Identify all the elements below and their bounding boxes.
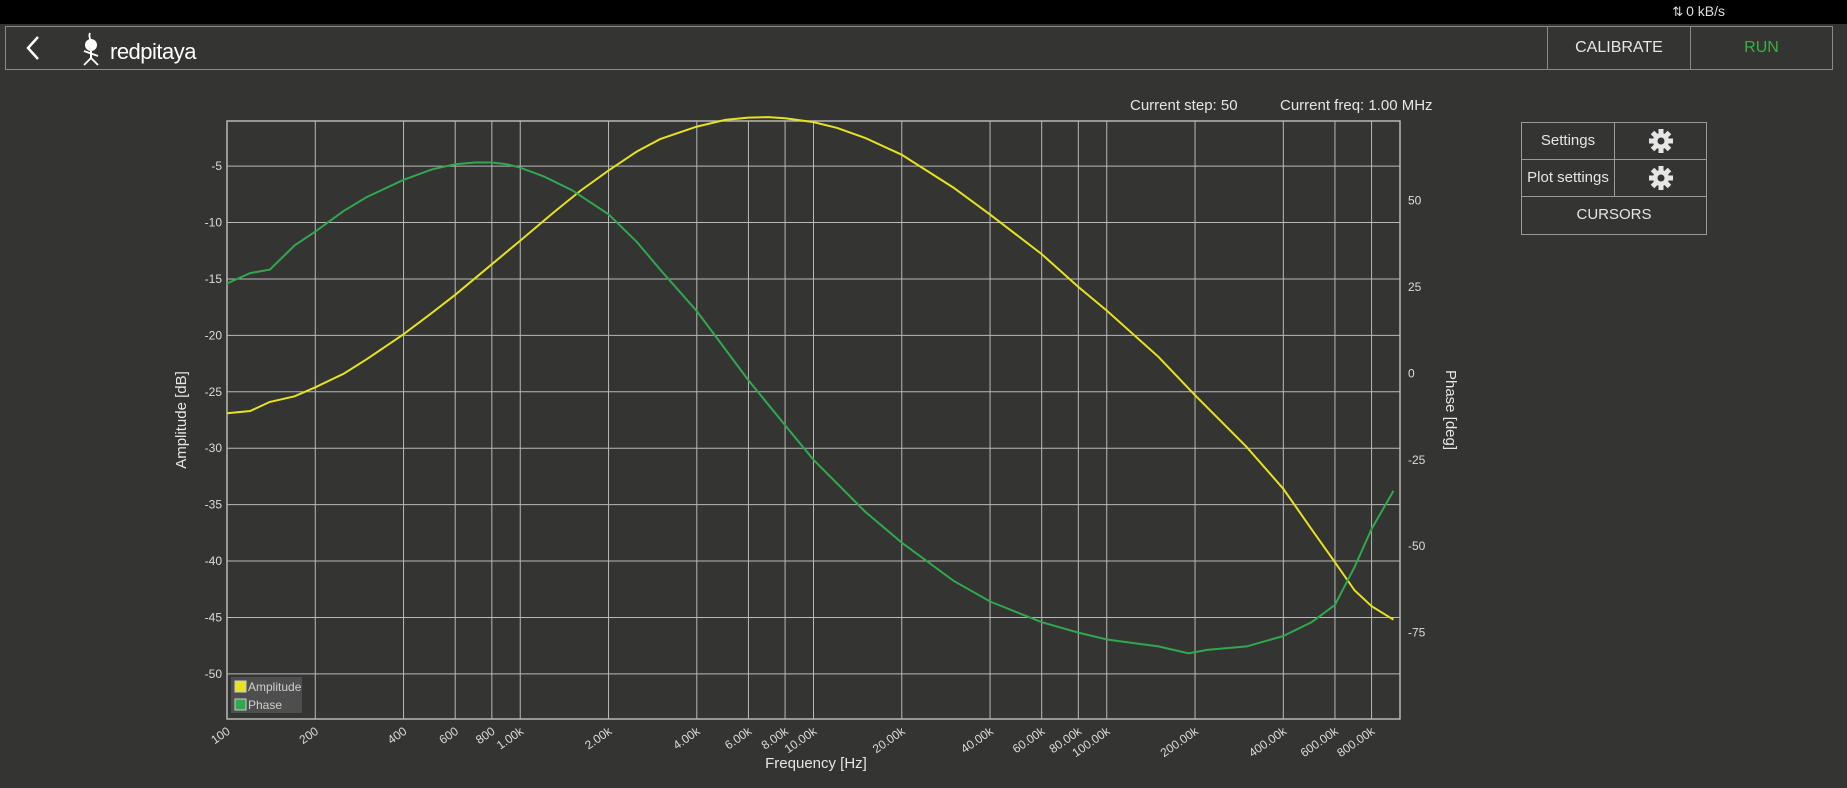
y2-axis-label: Phase [deg] [1442,370,1459,450]
x-tick-label: 800.00k [1334,723,1378,760]
cursors-button[interactable]: CURSORS [1522,197,1706,234]
y-tick-label: -5 [211,159,222,173]
y-tick-label: -20 [205,328,223,342]
x-tick-label: 60.00k [1010,723,1048,756]
y2-tick-label: -50 [1408,539,1426,553]
x-tick-label: 4.00k [670,723,703,752]
y2-tick-label: 0 [1408,366,1415,380]
y2-tick-label: -25 [1408,453,1426,467]
y2-tick-label: 50 [1408,194,1422,208]
plot-settings-label: Plot settings [1522,160,1615,196]
amplitude-series-line [226,116,1395,621]
legend-phase-label: Phase [248,698,282,712]
y-axis-label: Amplitude [dB] [173,371,190,469]
legend-phase-swatch [234,698,247,711]
side-panel: Settings Plot settings CURSORS [1521,122,1707,235]
settings-row[interactable]: Settings [1522,123,1706,160]
y-tick-label: -15 [205,272,223,286]
plot-settings-row[interactable]: Plot settings [1522,160,1706,197]
legend-amplitude-swatch [234,680,247,693]
x-tick-label: 800 [473,724,498,747]
cursors-row[interactable]: CURSORS [1522,197,1706,234]
y-axis-ticks: -5 -10 -15 -20 -25 -30 -35 -40 -45 -50 [205,159,223,681]
y-tick-label: -25 [205,385,223,399]
plot-legend[interactable]: Amplitude Phase [231,677,302,713]
x-tick-label: 40.00k [958,723,996,756]
x-tick-label: 200.00k [1158,723,1202,760]
y2-tick-label: 25 [1408,280,1422,294]
phase-series-line [226,161,1395,655]
y-tick-label: -10 [205,216,223,230]
plot-grid [226,121,1400,719]
gear-icon [1648,166,1673,190]
x-tick-label: 20.00k [870,723,908,756]
y-tick-label: -45 [205,610,223,624]
y-tick-label: -35 [205,498,223,512]
bode-plot[interactable]: 100 200 400 600 8001.00k 2.00k 4.00k 6.00k 8.00k… [0,0,1847,788]
plot-settings-gear-button[interactable] [1615,160,1706,196]
x-tick-label: 100 [208,724,233,747]
y-tick-label: -30 [205,441,223,455]
x-tick-label: 10.00k [782,723,820,756]
x-tick-label: 2.00k [582,723,615,752]
settings-gear-button[interactable] [1615,123,1706,159]
x-axis-label: Frequency [Hz] [765,755,867,772]
y2-tick-label: -75 [1408,626,1426,640]
y2-axis-ticks: 50 25 0 -25 -50 -75 [1408,194,1426,640]
x-tick-label: 400.00k [1246,723,1290,760]
x-tick-label: 600.00k [1298,723,1342,760]
x-tick-label: 1.00k [494,723,527,752]
x-tick-label: 6.00k [722,723,755,752]
x-tick-label: 600 [436,724,461,747]
x-tick-label: 400 [385,724,410,747]
x-tick-label: 200 [297,724,322,747]
y-tick-label: -40 [205,554,223,568]
gear-icon [1648,129,1673,153]
legend-amplitude-label: Amplitude [248,680,302,694]
y-tick-label: -50 [205,667,223,681]
settings-label: Settings [1522,123,1615,159]
plot-series [226,116,1395,655]
